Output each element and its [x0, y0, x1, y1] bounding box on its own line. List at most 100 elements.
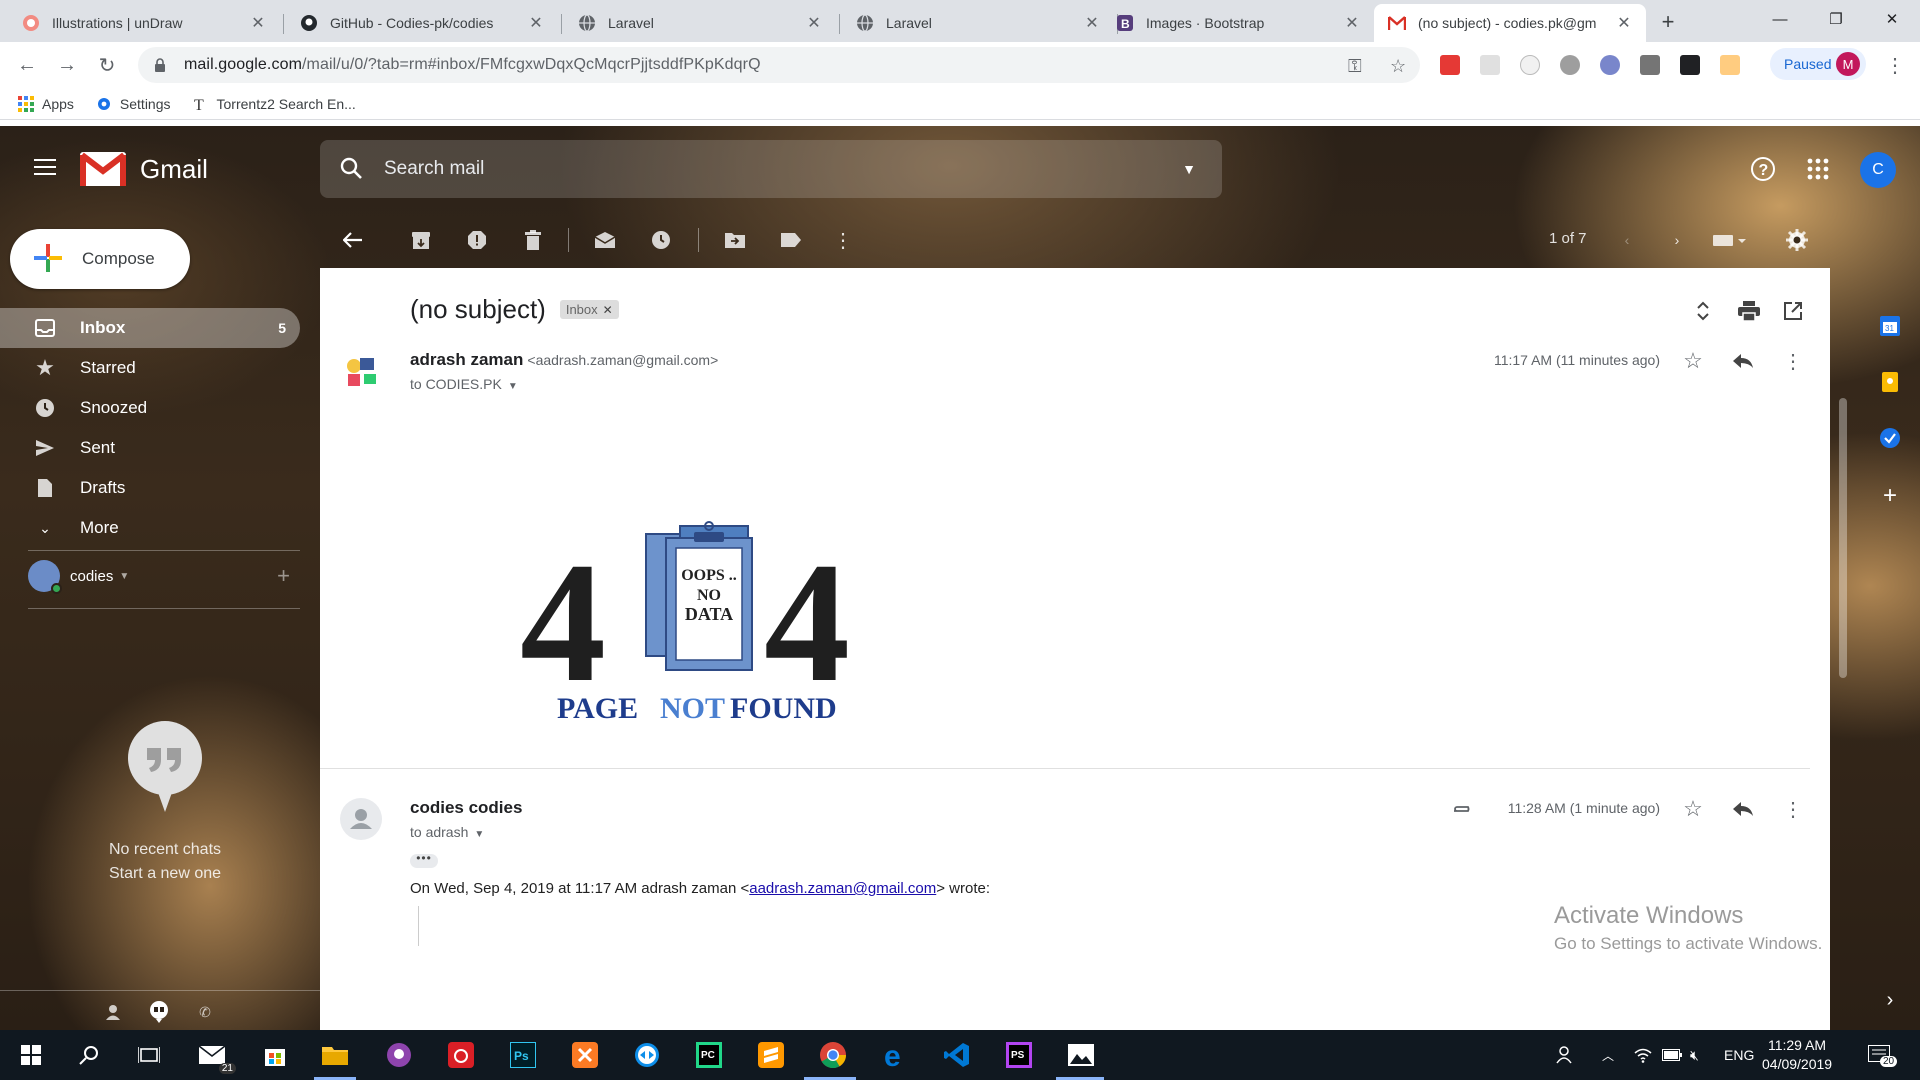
maximize-button[interactable]: ❐ — [1808, 0, 1864, 38]
label-tag-icon[interactable] — [778, 227, 804, 253]
chevron-down-icon[interactable]: ▼ — [119, 571, 129, 582]
battery-icon[interactable] — [1662, 1030, 1682, 1080]
profile-button[interactable]: Paused M — [1770, 48, 1866, 80]
xampp-icon[interactable] — [568, 1038, 602, 1072]
hangouts-user[interactable]: codies ▼ + — [28, 560, 290, 594]
report-spam-icon[interactable] — [464, 227, 490, 253]
photoshop-icon[interactable]: Ps — [506, 1038, 540, 1072]
reply-icon[interactable] — [1730, 796, 1756, 822]
extension-icon[interactable] — [1480, 55, 1500, 75]
close-icon[interactable]: ✕ — [1614, 13, 1634, 33]
contacts-icon[interactable] — [102, 1001, 124, 1023]
extension-icon[interactable] — [1640, 55, 1660, 75]
extension-icon[interactable] — [1560, 55, 1580, 75]
chevron-down-icon[interactable]: ▼ — [474, 829, 484, 840]
reply-icon[interactable] — [1730, 348, 1756, 374]
forward-button[interactable]: → — [52, 50, 82, 80]
search-bar[interactable]: Search mail ▼ — [320, 140, 1222, 198]
mail-app-icon[interactable]: 21 — [196, 1038, 236, 1074]
sidebar-item-sent[interactable]: Sent — [0, 428, 300, 468]
close-icon[interactable]: ✕ — [1082, 13, 1102, 33]
sender-avatar[interactable] — [340, 350, 382, 392]
edge-icon[interactable]: e — [878, 1038, 912, 1072]
expand-all-icon[interactable] — [1690, 298, 1716, 324]
close-icon[interactable]: ✕ — [804, 13, 824, 33]
open-new-window-icon[interactable] — [1780, 298, 1806, 324]
label-chip-inbox[interactable]: Inbox ✕ — [559, 300, 619, 319]
people-icon[interactable] — [1556, 1030, 1576, 1080]
account-avatar[interactable]: C — [1860, 152, 1896, 188]
new-chat-plus-icon[interactable]: + — [277, 563, 290, 589]
chevron-down-icon[interactable]: ▼ — [508, 381, 518, 392]
delete-icon[interactable] — [520, 227, 546, 253]
chrome-icon[interactable] — [816, 1038, 850, 1072]
calendar-icon[interactable]: 31 — [1878, 314, 1902, 338]
windows-start-icon[interactable] — [14, 1038, 48, 1072]
hangouts-icon[interactable] — [148, 1001, 170, 1023]
github-desktop-icon[interactable] — [382, 1038, 416, 1072]
mark-unread-icon[interactable] — [592, 227, 618, 253]
extension-icon[interactable] — [1600, 55, 1620, 75]
browser-menu-icon[interactable]: ⋮ — [1880, 50, 1910, 80]
search-icon[interactable] — [72, 1038, 106, 1072]
vscode-icon[interactable] — [940, 1038, 974, 1072]
tasks-icon[interactable] — [1878, 426, 1902, 450]
snooze-clock-icon[interactable] — [648, 227, 674, 253]
search-icon[interactable] — [340, 157, 362, 182]
main-menu-button[interactable] — [28, 150, 62, 184]
star-icon[interactable]: ☆ — [1680, 796, 1706, 822]
close-icon[interactable]: ✕ — [1342, 13, 1362, 33]
search-options-icon[interactable]: ▼ — [1182, 161, 1196, 177]
browser-tab[interactable]: GitHub - Codies-pk/codies ✕ — [286, 4, 558, 42]
bookmark-settings[interactable]: Settings — [96, 96, 171, 112]
sender-name[interactable]: codies codies — [410, 798, 522, 817]
google-apps-icon[interactable] — [1803, 154, 1833, 184]
newer-chevron-icon[interactable]: ‹ — [1614, 227, 1640, 253]
back-to-inbox-icon[interactable] — [340, 227, 366, 253]
keyboard-input-icon[interactable] — [1710, 227, 1750, 253]
quote-email-link[interactable]: aadrash.zaman@gmail.com — [749, 880, 936, 897]
input-language[interactable]: ENG — [1724, 1030, 1754, 1080]
sender-avatar[interactable] — [340, 798, 382, 840]
extension-icon[interactable] — [1440, 55, 1460, 75]
compose-button[interactable]: Compose — [10, 229, 190, 289]
reload-button[interactable]: ↻ — [92, 50, 122, 80]
creative-cloud-icon[interactable] — [444, 1038, 478, 1072]
sidebar-item-snoozed[interactable]: Snoozed — [0, 388, 300, 428]
get-addons-plus-icon[interactable]: + — [1878, 482, 1902, 509]
older-chevron-icon[interactable]: › — [1664, 227, 1690, 253]
more-options-icon[interactable]: ⋮ — [1780, 348, 1806, 374]
bookmark-star-icon[interactable]: ☆ — [1390, 56, 1406, 77]
sender-name[interactable]: adrash zaman — [410, 350, 523, 369]
sidebar-item-starred[interactable]: ★ Starred — [0, 348, 300, 388]
keep-icon[interactable] — [1878, 370, 1902, 394]
show-hidden-icons-icon[interactable]: ︿ — [1602, 1030, 1614, 1080]
extension-icon[interactable] — [1680, 55, 1700, 75]
window-close-button[interactable]: ✕ — [1864, 0, 1920, 38]
teamviewer-icon[interactable] — [630, 1038, 664, 1072]
sidebar-item-inbox[interactable]: Inbox 5 — [0, 308, 300, 348]
more-options-icon[interactable]: ⋮ — [1780, 796, 1806, 822]
star-icon[interactable]: ☆ — [1680, 348, 1706, 374]
bookmark-torrentz[interactable]: T Torrentz2 Search En... — [193, 96, 356, 112]
archive-icon[interactable] — [408, 227, 434, 253]
new-tab-button[interactable]: + — [1654, 8, 1682, 36]
sublime-text-icon[interactable] — [754, 1038, 788, 1072]
sidebar-item-drafts[interactable]: Drafts — [0, 468, 300, 508]
notifications-icon[interactable]: 20 — [1868, 1030, 1898, 1080]
recipient-line[interactable]: to adrash ▼ — [410, 824, 484, 840]
volume-muted-icon[interactable]: 🔇︎ — [1690, 1030, 1699, 1080]
help-icon[interactable]: ? — [1748, 154, 1778, 184]
browser-tab[interactable]: B Images · Bootstrap ✕ — [1102, 4, 1374, 42]
reading-pane-scrollbar[interactable] — [1836, 268, 1850, 1030]
hide-panel-chevron-icon[interactable]: › — [1878, 988, 1902, 1012]
browser-tab[interactable]: Laravel ✕ — [842, 4, 1114, 42]
wifi-icon[interactable] — [1634, 1030, 1652, 1080]
browser-tab[interactable]: Illustrations | unDraw ✕ — [8, 4, 280, 42]
show-trimmed-content-button[interactable]: ••• — [410, 852, 438, 868]
file-explorer-icon[interactable] — [318, 1038, 352, 1072]
search-input[interactable]: Search mail — [384, 158, 1182, 180]
photos-icon[interactable] — [1064, 1038, 1098, 1072]
settings-gear-icon[interactable] — [1784, 227, 1810, 253]
minimize-button[interactable]: — — [1752, 0, 1808, 38]
